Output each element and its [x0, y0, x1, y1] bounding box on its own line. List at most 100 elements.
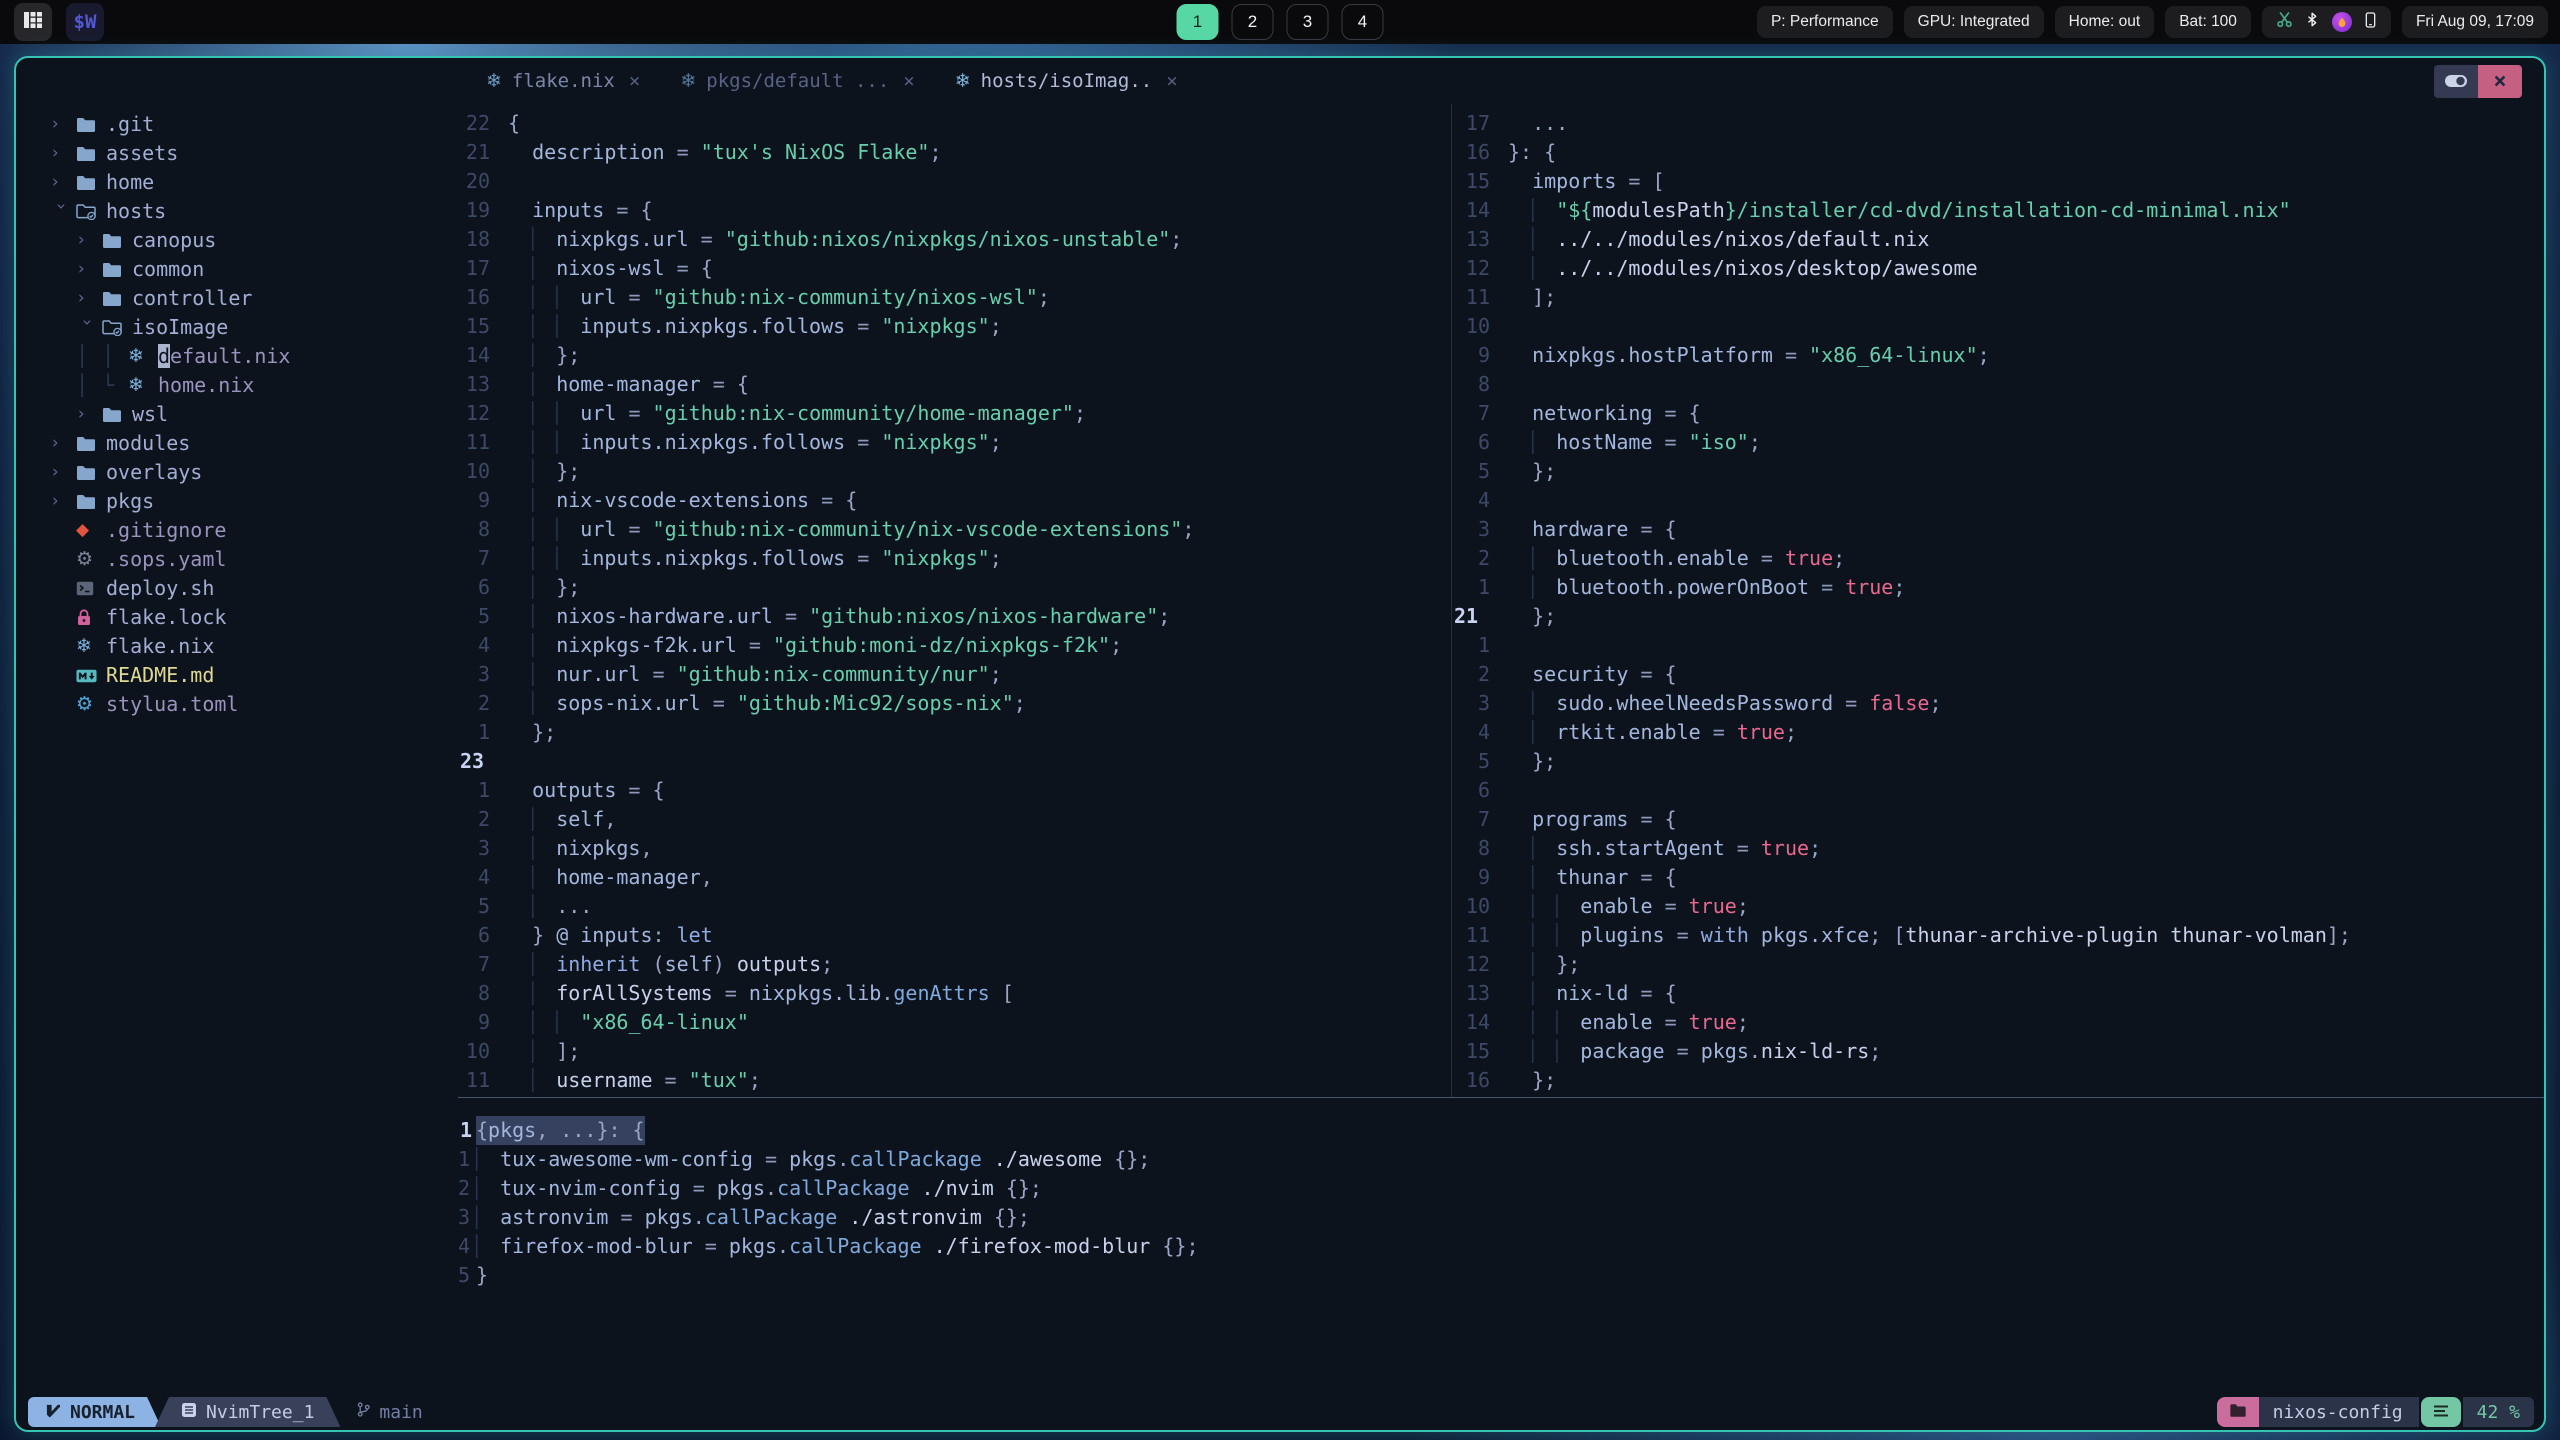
clock[interactable]: Fri Aug 09, 17:09 [2401, 6, 2548, 38]
tree-item-modules[interactable]: › modules [16, 429, 458, 458]
code-line[interactable]: 18 ▏ nixpkgs.url = "github:nixos/nixpkgs… [458, 225, 1451, 254]
code-line[interactable]: 7 ▏ ▏ inputs.nixpkgs.follows = "nixpkgs"… [458, 544, 1451, 573]
wm-logo-button[interactable]: $W [66, 3, 104, 41]
code-line[interactable]: 10 ▏ ]; [458, 1037, 1451, 1066]
code-line[interactable]: 15 ▏ ▏ package = pkgs.nix-ld-rs; [1452, 1037, 2544, 1066]
code-line[interactable]: 19 inputs = { [458, 196, 1451, 225]
code-line[interactable]: 4 ▏ nixpkgs-f2k.url = "github:moni-dz/ni… [458, 631, 1451, 660]
code-line[interactable]: 12 ▏ }; [1452, 950, 2544, 979]
code-line[interactable]: 4 ▏ home-manager, [458, 863, 1451, 892]
code-line[interactable]: 11 ▏ ▏ plugins = with pkgs.xfce; [thunar… [1452, 921, 2544, 950]
code-line[interactable]: 20 [458, 167, 1451, 196]
tab-hosts-isoimage[interactable]: ❄ hosts/isoImag.. × [937, 58, 1200, 104]
code-line[interactable]: 6 [1452, 776, 2544, 805]
workspace-1-button[interactable]: 1 [1176, 4, 1219, 40]
code-line[interactable]: 21 }; [1452, 602, 2544, 631]
code-line[interactable]: 7 networking = { [1452, 399, 2544, 428]
code-line[interactable]: 7 programs = { [1452, 805, 2544, 834]
code-line[interactable]: 15 ▏ ▏ inputs.nixpkgs.follows = "nixpkgs… [458, 312, 1451, 341]
tree-item-canopus[interactable]: › canopus [16, 226, 458, 255]
code-line[interactable]: 4 [1452, 486, 2544, 515]
tree-item-flake-nix[interactable]: ❄ flake.nix [16, 632, 458, 661]
tree-item-wsl[interactable]: › wsl [16, 400, 458, 429]
chevron-right-icon[interactable]: › [76, 284, 102, 313]
code-line[interactable]: 2 ▏ sops-nix.url = "github:Mic92/sops-ni… [458, 689, 1451, 718]
code-line[interactable]: 14 ▏ }; [458, 341, 1451, 370]
screenshot-scissors-icon[interactable] [2276, 11, 2293, 33]
code-line[interactable]: 16 ▏ ▏ url = "github:nix-community/nixos… [458, 283, 1451, 312]
tree-item-isoimage[interactable]: › isoImage [16, 313, 458, 342]
code-line[interactable]: 3 hardware = { [1452, 515, 2544, 544]
code-line[interactable]: 2 ▏ bluetooth.enable = true; [1452, 544, 2544, 573]
chevron-down-icon[interactable]: › [46, 201, 75, 227]
code-line[interactable]: 5} [458, 1261, 2544, 1290]
code-line[interactable]: 1 }; [458, 718, 1451, 747]
power-profile-indicator[interactable]: P: Performance [1756, 6, 1893, 38]
code-line[interactable]: 3 ▏ astronvim = pkgs.callPackage ./astron… [458, 1203, 2544, 1232]
code-line[interactable]: 8 [1452, 370, 2544, 399]
code-line[interactable]: 6 ▏ }; [458, 573, 1451, 602]
flame-icon[interactable] [2331, 12, 2352, 32]
tree-item-hosts[interactable]: › hosts [16, 197, 458, 226]
code-line[interactable]: 11 ▏ ▏ inputs.nixpkgs.follows = "nixpkgs… [458, 428, 1451, 457]
code-line[interactable]: 1 {pkgs, ...}: { [458, 1116, 2544, 1145]
code-line[interactable]: 2 ▏ tux-nvim-config = pkgs.callPackage ./… [458, 1174, 2544, 1203]
chevron-right-icon[interactable]: › [76, 400, 102, 429]
code-line[interactable]: 5 }; [1452, 747, 2544, 776]
tab-close-icon[interactable]: × [625, 70, 644, 92]
panel-toggle-button[interactable] [2434, 65, 2478, 98]
chevron-right-icon[interactable]: › [50, 487, 76, 516]
code-line[interactable]: 9 ▏ thunar = { [1452, 863, 2544, 892]
code-line[interactable]: 7 ▏ inherit (self) outputs; [458, 950, 1451, 979]
tree-item-overlays[interactable]: › overlays [16, 458, 458, 487]
code-line[interactable]: 14 ▏ ▏ enable = true; [1452, 1008, 2544, 1037]
chevron-right-icon[interactable]: › [50, 429, 76, 458]
window-close-button[interactable]: × [2478, 65, 2522, 98]
git-branch-segment[interactable]: main [340, 1397, 438, 1427]
code-line[interactable]: 4 ▏ rtkit.enable = true; [1452, 718, 2544, 747]
chevron-right-icon[interactable]: › [50, 139, 76, 168]
code-line[interactable]: 9 ▏ nix-vscode-extensions = { [458, 486, 1451, 515]
code-line[interactable]: 9 ▏ ▏ "x86_64-linux" [458, 1008, 1451, 1037]
chevron-right-icon[interactable]: › [76, 255, 102, 284]
chevron-right-icon[interactable]: › [50, 110, 76, 139]
tree-item-pkgs[interactable]: › pkgs [16, 487, 458, 516]
tree-item-common[interactable]: › common [16, 255, 458, 284]
code-line[interactable]: 10 ▏ }; [458, 457, 1451, 486]
tree-item-home-nix[interactable]: │ └ ❄ home.nix [16, 371, 458, 400]
code-line[interactable]: 11 ]; [1452, 283, 2544, 312]
code-line[interactable]: 10 ▏ ▏ enable = true; [1452, 892, 2544, 921]
chevron-right-icon[interactable]: › [50, 168, 76, 197]
code-line[interactable]: 4 ▏ firefox-mod-blur = pkgs.callPackage .… [458, 1232, 2544, 1261]
code-line[interactable]: 13 ▏ home-manager = { [458, 370, 1451, 399]
code-line[interactable]: 13 ▏ ../../modules/nixos/default.nix [1452, 225, 2544, 254]
code-line[interactable]: 1 outputs = { [458, 776, 1451, 805]
tab-flake-nix[interactable]: ❄ flake.nix × [468, 58, 662, 104]
code-line[interactable]: 12 ▏ ../../modules/nixos/desktop/awesome [1452, 254, 2544, 283]
tree-item-assets[interactable]: › assets [16, 139, 458, 168]
code-line[interactable]: 5 ▏ nixos-hardware.url = "github:nixos/n… [458, 602, 1451, 631]
tree-item--sops-yaml[interactable]: ⚙ .sops.yaml [16, 545, 458, 574]
tree-item-default-nix[interactable]: │ │ ❄ default.nix [16, 342, 458, 371]
code-line[interactable]: 5 ▏ ... [458, 892, 1451, 921]
code-line[interactable]: 21 description = "tux's NixOS Flake"; [458, 138, 1451, 167]
code-line[interactable]: 14 ▏ "${modulesPath}/installer/cd-dvd/in… [1452, 196, 2544, 225]
code-line[interactable]: 16}: { [1452, 138, 2544, 167]
chevron-down-icon[interactable]: › [72, 317, 101, 343]
code-line[interactable]: 17 ... [1452, 109, 2544, 138]
code-line[interactable]: 16 }; [1452, 1066, 2544, 1095]
tree-item-deploy-sh[interactable]: deploy.sh [16, 574, 458, 603]
code-line[interactable]: 6 ▏ hostName = "iso"; [1452, 428, 2544, 457]
code-line[interactable]: 23 [458, 747, 1451, 776]
tab-pkgs-default[interactable]: ❄ pkgs/default ... × [662, 58, 936, 104]
workspace-4-button[interactable]: 4 [1341, 4, 1384, 40]
gpu-indicator[interactable]: GPU: Integrated [1903, 6, 2044, 38]
code-line[interactable]: 8 ▏ ssh.startAgent = true; [1452, 834, 2544, 863]
code-line[interactable]: 8 ▏ ▏ url = "github:nix-community/nix-vs… [458, 515, 1451, 544]
code-line[interactable]: 22 { [458, 109, 1451, 138]
code-line[interactable]: 10 [1452, 312, 2544, 341]
app-launcher-button[interactable] [14, 3, 52, 41]
code-line[interactable]: 1 [1452, 631, 2544, 660]
code-line[interactable]: 3 ▏ nixpkgs, [458, 834, 1451, 863]
chevron-right-icon[interactable]: › [76, 226, 102, 255]
